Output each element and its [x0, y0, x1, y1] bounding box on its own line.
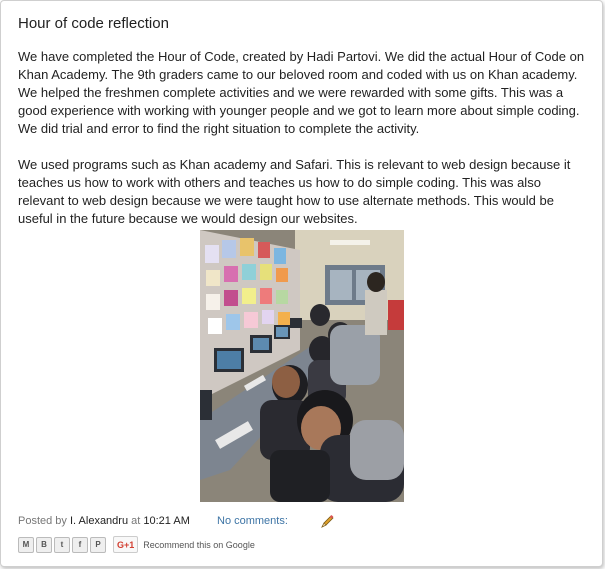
post-body: We have completed the Hour of Code, crea…: [18, 48, 590, 228]
blog-post: Hour of code reflection We have complete…: [0, 0, 603, 567]
post-title[interactable]: Hour of code reflection: [18, 15, 169, 32]
posted-by-label: Posted by: [18, 515, 67, 527]
at-label: at: [131, 515, 141, 527]
twitter-share-button[interactable]: t: [54, 536, 70, 553]
classroom-photo-illustration: [200, 230, 404, 502]
pinterest-share-button[interactable]: P: [90, 536, 106, 553]
facebook-share-button[interactable]: f: [72, 536, 88, 553]
post-paragraph-2: We used programs such as Khan academy an…: [18, 157, 571, 226]
author-link[interactable]: I. Alexandru: [70, 515, 128, 527]
post-paragraph-1: We have completed the Hour of Code, crea…: [18, 49, 585, 136]
post-timestamp-link[interactable]: 10:21 AM: [143, 515, 189, 527]
blogthis-share-button[interactable]: B: [36, 536, 52, 553]
post-footer: Posted by I. Alexandru at 10:21 AM No co…: [18, 515, 288, 527]
email-share-button[interactable]: M: [18, 536, 34, 553]
share-buttons: M B t f P G+1 Recommend this on Google: [18, 536, 255, 553]
edit-pencil-icon[interactable]: [319, 514, 335, 530]
recommend-text: Recommend this on Google: [143, 539, 255, 550]
gplus-one-button[interactable]: G+1: [113, 536, 139, 553]
classroom-photo[interactable]: [200, 230, 404, 502]
comments-link[interactable]: No comments:: [217, 515, 288, 527]
